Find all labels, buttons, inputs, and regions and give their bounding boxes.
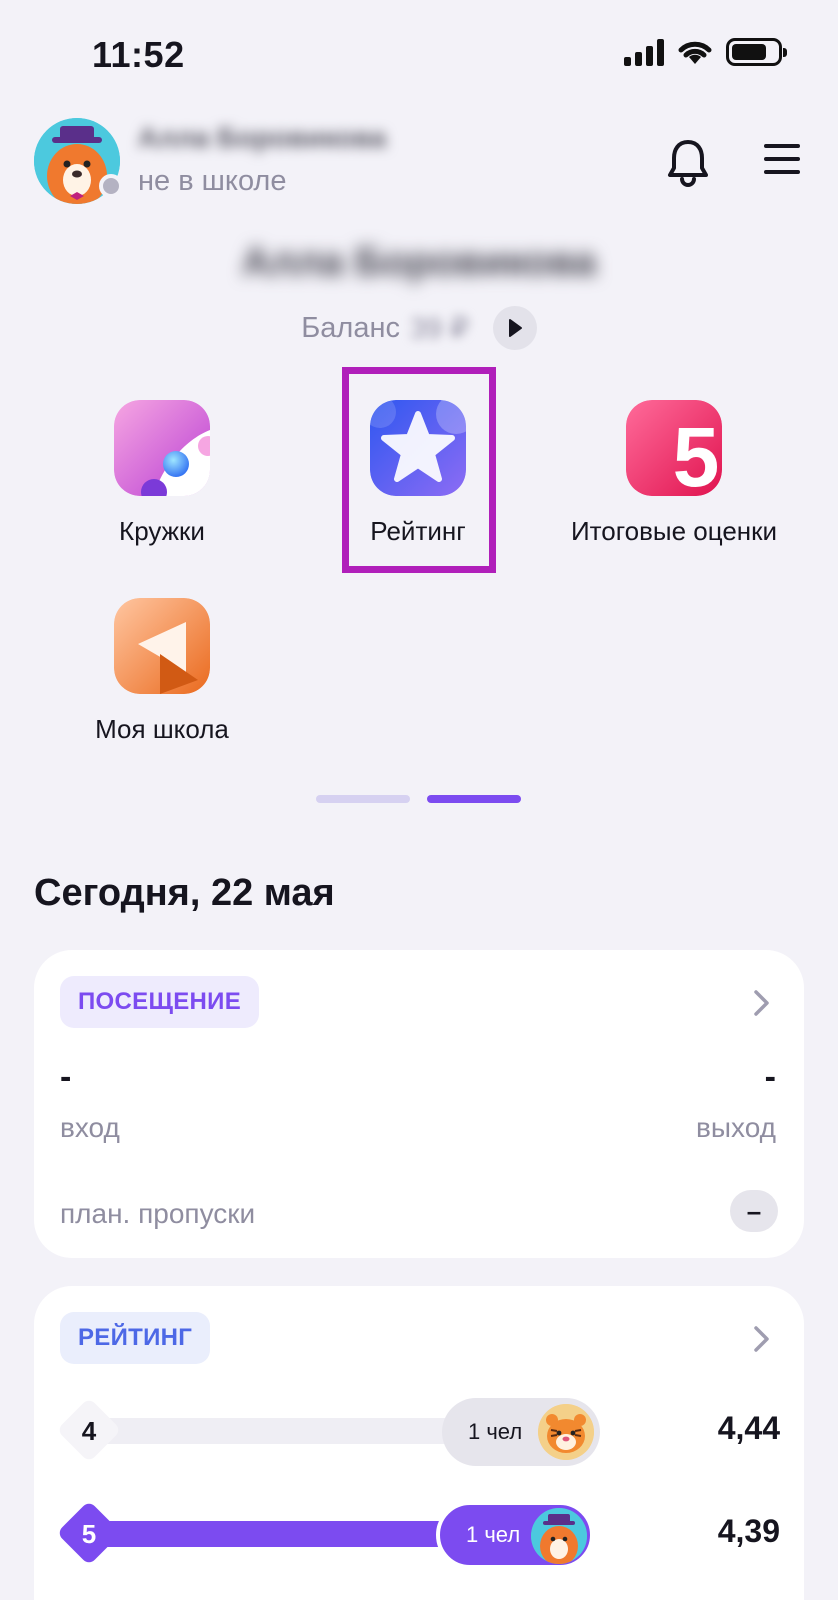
exit-label: выход — [696, 1112, 776, 1143]
rating-score: 4,44 — [717, 1410, 780, 1446]
svg-text:5: 5 — [673, 410, 720, 496]
header: Алла Боровикова не в школе — [0, 110, 838, 220]
exit-value: - — [764, 1058, 776, 1096]
rating-score: 4,39 — [717, 1513, 780, 1549]
rank-number: 4 — [81, 1415, 97, 1446]
user-status: не в школе — [138, 165, 287, 197]
today-title: Сегодня, 22 мая — [34, 872, 335, 914]
rating-row[interactable]: 4 1 чел 4,44 — [56, 1396, 780, 1466]
menu-icon-line — [764, 144, 800, 148]
status-bar: 11:52 — [0, 0, 838, 110]
entry-value: - — [60, 1058, 72, 1096]
chevron-right-icon[interactable] — [748, 1324, 774, 1354]
bear-avatar-icon — [531, 1508, 587, 1564]
presence-indicator — [99, 174, 123, 198]
status-time: 11:52 — [92, 34, 185, 75]
app-clubs-label: Кружки — [119, 516, 205, 546]
rating-row[interactable]: 5 1 чел 4,39 — [56, 1499, 780, 1569]
rank-number: 5 — [81, 1518, 97, 1549]
highlight-frame — [342, 367, 496, 573]
balance-play-button[interactable] — [492, 306, 537, 350]
app-clubs[interactable]: Кружки — [32, 400, 292, 547]
app-my-school[interactable]: Моя школа — [32, 598, 292, 745]
app-final-grades[interactable]: 5 Итоговые оценки — [544, 400, 804, 547]
student-name: Алла Боровикова — [241, 240, 597, 284]
planned-absences-label: план. пропуски — [60, 1198, 256, 1229]
tiger-avatar-icon — [538, 1404, 594, 1460]
menu-icon-line — [764, 157, 800, 161]
bell-icon — [668, 140, 708, 187]
attendance-card[interactable]: ПОСЕЩЕНИЕ - - вход выход план. пропуски … — [34, 950, 804, 1258]
rating-count: 1 чел — [468, 1419, 523, 1444]
balance-value: 39 ₽ — [409, 312, 469, 345]
rating-card[interactable]: РЕЙТИНГ 4 1 чел 4,44 5 1 чел 4,39 — [34, 1286, 804, 1600]
page-dot-1[interactable] — [316, 795, 410, 803]
menu-icon-line — [764, 170, 800, 174]
rating-count: 1 чел — [466, 1522, 521, 1547]
battery-icon — [726, 38, 787, 66]
rating-chip: РЕЙТИНГ — [60, 1312, 211, 1364]
notifications-button[interactable] — [665, 136, 711, 188]
school-icon — [114, 598, 210, 694]
wifi-icon — [678, 41, 712, 64]
page-indicator — [316, 795, 521, 803]
rating-count-pill: 1 чел — [442, 1398, 600, 1466]
balance-label: Баланс — [301, 311, 400, 344]
balance-row: Баланс 39 ₽ — [0, 306, 838, 350]
attendance-chip: ПОСЕЩЕНИЕ — [60, 976, 260, 1028]
menu-button[interactable] — [764, 144, 800, 174]
rating-count-pill: 1 чел — [436, 1501, 594, 1569]
grade-five-icon: 5 — [626, 400, 722, 496]
entry-label: вход — [60, 1112, 120, 1143]
status-icons — [624, 38, 787, 66]
user-name: Алла Боровикова — [138, 122, 387, 153]
clubs-icon — [114, 400, 210, 496]
app-my-school-label: Моя школа — [95, 714, 229, 744]
signal-icon — [624, 38, 664, 66]
planned-absences-badge: – — [730, 1190, 778, 1232]
page-dot-2[interactable] — [427, 795, 521, 803]
play-icon — [508, 319, 522, 337]
chevron-right-icon[interactable] — [748, 988, 774, 1018]
app-final-grades-label: Итоговые оценки — [570, 516, 778, 546]
